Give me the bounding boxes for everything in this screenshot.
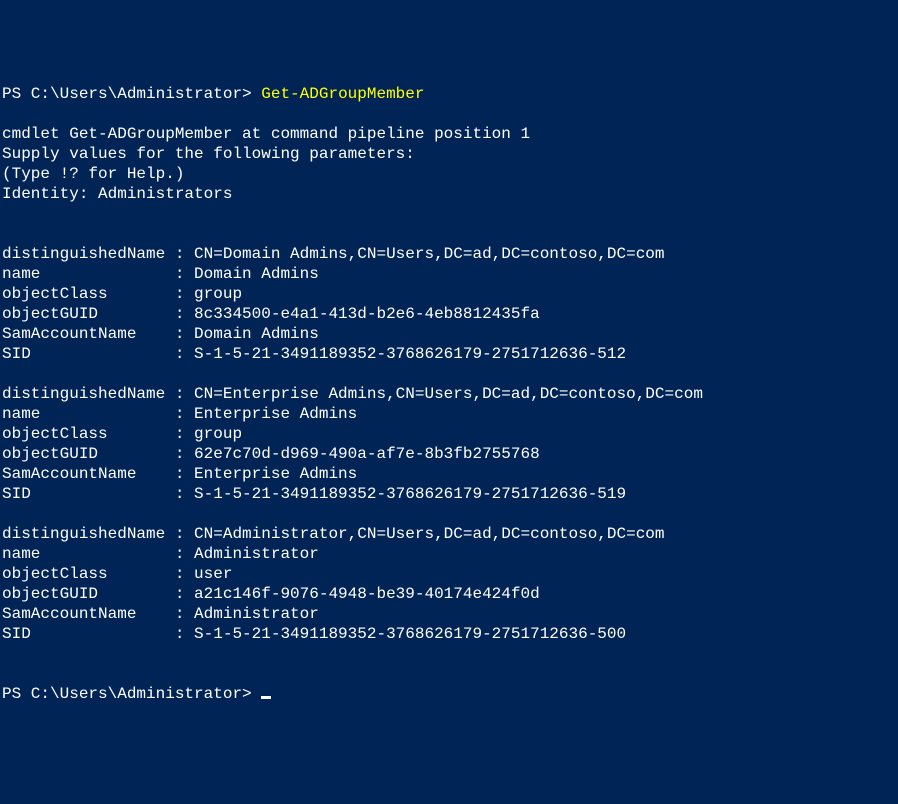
record-field: SamAccountName : Administrator [2, 605, 319, 623]
record-field: SID : S-1-5-21-3491189352-3768626179-275… [2, 625, 626, 643]
output-header-1: cmdlet Get-ADGroupMember at command pipe… [2, 125, 530, 143]
output-header-3: (Type !? for Help.) [2, 165, 184, 183]
record-field: objectClass : group [2, 285, 242, 303]
command-line-1: PS C:\Users\Administrator> Get-ADGroupMe… [2, 85, 424, 103]
cursor-icon [261, 696, 271, 699]
record-field: name : Domain Admins [2, 265, 319, 283]
record-field: SamAccountName : Domain Admins [2, 325, 319, 343]
record-field: SamAccountName : Enterprise Admins [2, 465, 357, 483]
terminal-content[interactable]: PS C:\Users\Administrator> Get-ADGroupMe… [2, 84, 896, 704]
record-field: distinguishedName : CN=Enterprise Admins… [2, 385, 703, 403]
output-header-2: Supply values for the following paramete… [2, 145, 415, 163]
record-field: name : Enterprise Admins [2, 405, 357, 423]
record-field: name : Administrator [2, 545, 319, 563]
record-field: distinguishedName : CN=Domain Admins,CN=… [2, 245, 665, 263]
record-field: objectGUID : 8c334500-e4a1-413d-b2e6-4eb… [2, 305, 540, 323]
output-header-4: Identity: Administrators [2, 185, 232, 203]
record-field: SID : S-1-5-21-3491189352-3768626179-275… [2, 345, 626, 363]
command-line-2: PS C:\Users\Administrator> [2, 685, 271, 703]
record-field: SID : S-1-5-21-3491189352-3768626179-275… [2, 485, 626, 503]
command-text: Get-ADGroupMember [261, 85, 424, 103]
record-field: objectGUID : 62e7c70d-d969-490a-af7e-8b3… [2, 445, 540, 463]
record-field: objectGUID : a21c146f-9076-4948-be39-401… [2, 585, 540, 603]
record-field: objectClass : group [2, 425, 242, 443]
record-field: objectClass : user [2, 565, 232, 583]
prompt-text: PS C:\Users\Administrator> [2, 85, 261, 103]
record-field: distinguishedName : CN=Administrator,CN=… [2, 525, 665, 543]
prompt-text: PS C:\Users\Administrator> [2, 685, 261, 703]
